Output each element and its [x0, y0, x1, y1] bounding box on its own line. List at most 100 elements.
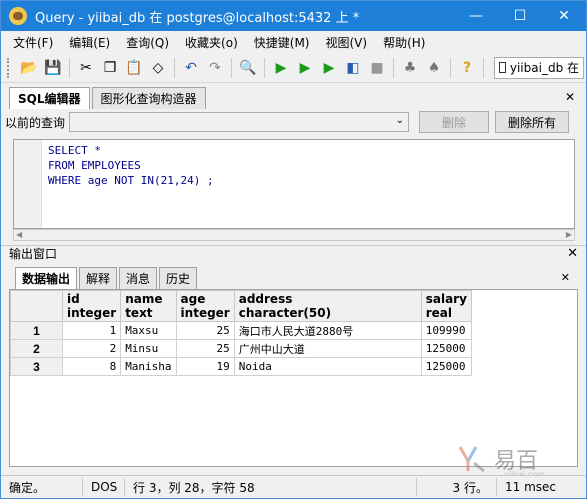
column-name: age [180, 292, 206, 306]
delete-all-button[interactable]: 删除所有 [495, 111, 570, 133]
cell-salary[interactable]: 125000 [420, 339, 472, 358]
scroll-left-icon[interactable]: ◀ [16, 230, 22, 240]
output-close-icon[interactable]: ✕ [567, 246, 578, 261]
column-header-age[interactable]: age integer [175, 290, 235, 322]
column-header-address[interactable]: address character(50) [233, 290, 422, 322]
undo-button[interactable]: ↶ [181, 58, 201, 78]
tab-sql-editor[interactable]: SQL编辑器 [9, 87, 90, 109]
cell-id[interactable]: 2 [61, 339, 122, 358]
output-header: 输出窗口 ✕ [1, 245, 586, 261]
cell-id[interactable]: 1 [61, 321, 122, 340]
menu-macros[interactable]: 快捷键(M) [246, 34, 318, 51]
column-type: integer [180, 306, 230, 320]
vacuum-button[interactable]: ♣ [400, 58, 420, 78]
table-row[interactable]: 2 2 Minsu 25 广州中山大道 125000 [10, 339, 472, 358]
toolbar-separator [483, 57, 484, 78]
menu-view[interactable]: 视图(V) [317, 34, 375, 51]
analyze-button[interactable]: ♠ [424, 58, 444, 78]
tab-messages[interactable]: 消息 [119, 267, 158, 289]
save-icon: 💾 [44, 59, 62, 76]
play-script-icon: ▶ [299, 59, 311, 76]
tab-history[interactable]: 历史 [159, 267, 198, 289]
help-button[interactable]: ? [457, 58, 477, 78]
paste-button[interactable]: 📋 [124, 58, 144, 78]
editor-tabs-close-icon[interactable]: ✕ [565, 90, 575, 104]
menu-help[interactable]: 帮助(H) [375, 34, 433, 51]
connection-selector[interactable]: yiibai_db 在 [494, 56, 584, 79]
execute-pgscript-button[interactable]: ▶ [295, 58, 315, 78]
menu-bar: 文件(F) 编辑(E) 查询(Q) 收藏夹(o) 快捷键(M) 视图(V) 帮助… [1, 31, 586, 53]
maximize-button[interactable]: ☐ [498, 1, 542, 31]
redo-button[interactable]: ↷ [205, 58, 225, 78]
maximize-icon: ☐ [513, 8, 527, 24]
column-header-id[interactable]: id integer [61, 290, 122, 322]
scissors-icon: ✂ [80, 59, 92, 76]
connection-checkbox[interactable] [499, 62, 506, 73]
status-state: 确定。 [1, 478, 83, 496]
code-line: SELECT * [48, 144, 101, 157]
table-row[interactable]: 1 1 Maxsu 25 海口市人民大道2880号 109990 [10, 321, 472, 340]
column-name: name [125, 292, 163, 306]
tab-graphical-query-builder[interactable]: 图形化查询构造器 [91, 87, 206, 109]
column-name: address [238, 292, 293, 306]
cell-name[interactable]: Manisha [120, 357, 177, 376]
sql-code[interactable]: SELECT * FROM EMPLOYEES WHERE age NOT IN(2… [42, 140, 220, 228]
cell-salary[interactable]: 109990 [420, 321, 472, 340]
title-bar: Query - yiibai_db 在 postgres@localhost:5… [1, 1, 586, 31]
table-row[interactable]: 3 8 Manisha 19 Noida 125000 [10, 357, 472, 376]
sql-editor[interactable]: SELECT * FROM EMPLOYEES WHERE age NOT IN(2… [13, 139, 575, 229]
output-tabs-close-icon[interactable]: ✕ [561, 271, 570, 284]
execute-to-file-button[interactable]: ▶ [319, 58, 339, 78]
row-number[interactable]: 2 [10, 339, 63, 358]
query-window: Query - yiibai_db 在 postgres@localhost:5… [0, 0, 587, 499]
code-line: WHERE age NOT IN(21,24) ; [48, 174, 214, 187]
cut-button[interactable]: ✂ [76, 58, 96, 78]
column-name: id [67, 292, 80, 306]
menu-edit[interactable]: 编辑(E) [61, 34, 118, 51]
clear-button[interactable]: ◇ [148, 58, 168, 78]
header-row: id integer name text age integer address cha… [10, 290, 472, 322]
minimize-button[interactable]: — [454, 1, 498, 31]
open-file-button[interactable]: 📂 [19, 58, 39, 78]
save-button[interactable]: 💾 [43, 58, 63, 78]
menu-file[interactable]: 文件(F) [5, 34, 61, 51]
cell-address[interactable]: 广州中山大道 [233, 339, 422, 358]
delete-button[interactable]: 删除 [419, 111, 490, 133]
cell-age[interactable]: 25 [175, 339, 235, 358]
copy-button[interactable]: ❐ [100, 58, 120, 78]
cell-id[interactable]: 8 [61, 357, 122, 376]
menu-query[interactable]: 查询(Q) [118, 34, 177, 51]
column-header-name[interactable]: name text [120, 290, 177, 322]
cell-salary[interactable]: 125000 [420, 357, 472, 376]
cancel-query-button[interactable]: ■ [367, 58, 387, 78]
toolbar-separator [393, 57, 394, 78]
cell-name[interactable]: Maxsu [120, 321, 177, 340]
menu-favourites[interactable]: 收藏夹(o) [177, 34, 246, 51]
editor-horizontal-scrollbar[interactable]: ◀ ▶ [13, 229, 575, 241]
tab-data-output[interactable]: 数据输出 [15, 267, 78, 289]
undo-icon: ↶ [185, 59, 197, 76]
history-dropdown[interactable]: ⌄ [69, 112, 410, 132]
toolbar-grip [7, 57, 11, 78]
row-number[interactable]: 3 [10, 357, 63, 376]
connection-label: yiibai_db 在 [509, 61, 579, 75]
column-type: character(50) [238, 306, 332, 320]
scroll-right-icon[interactable]: ▶ [566, 230, 572, 240]
cell-age[interactable]: 25 [175, 321, 235, 340]
cell-age[interactable]: 19 [175, 357, 235, 376]
find-button[interactable]: 🔍 [238, 58, 258, 78]
pgadmin-elephant-icon [9, 7, 27, 25]
play-file-icon: ▶ [323, 59, 335, 76]
explain-button[interactable]: ◧ [343, 58, 363, 78]
tab-explain[interactable]: 解释 [79, 267, 118, 289]
cell-name[interactable]: Minsu [120, 339, 177, 358]
column-type: real [425, 306, 453, 320]
status-exec-time: 11 msec [505, 480, 557, 494]
column-header-salary[interactable]: salary real [420, 290, 472, 322]
cell-address[interactable]: 海口市人民大道2880号 [233, 321, 422, 340]
execute-button[interactable]: ▶ [271, 58, 291, 78]
row-number[interactable]: 1 [10, 321, 63, 340]
close-button[interactable]: ✕ [542, 1, 586, 31]
output-tabs: 数据输出 解释 消息 历史 [15, 267, 199, 289]
cell-address[interactable]: Noida [233, 357, 422, 376]
